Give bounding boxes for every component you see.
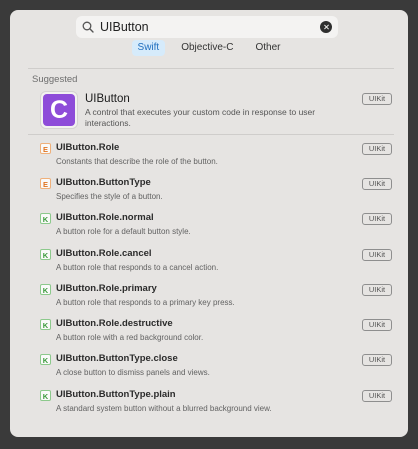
framework-tag: UIKit [362, 319, 392, 331]
search-input[interactable] [100, 18, 320, 36]
result-row[interactable]: K UIButton.Role.normal A button role for… [10, 210, 408, 245]
language-tabs: Swift Objective-C Other [10, 40, 408, 56]
framework-tag: UIKit [362, 178, 392, 190]
section-label-suggested: Suggested [32, 74, 78, 85]
constant-kind-icon: K [40, 284, 51, 295]
result-description: A button role for a default button style… [56, 227, 191, 236]
result-row[interactable]: E UIButton.ButtonType Specifies the styl… [10, 175, 408, 210]
result-description: A standard system button without a blurr… [56, 404, 272, 413]
tab-objective-c[interactable]: Objective-C [175, 40, 239, 56]
result-description: Constants that describe the role of the … [56, 157, 218, 166]
tab-swift[interactable]: Swift [131, 40, 166, 56]
tab-other[interactable]: Other [249, 40, 286, 56]
result-title: UIButton.ButtonType [56, 177, 151, 188]
framework-tag: UIKit [362, 284, 392, 296]
search-bar[interactable] [76, 16, 338, 38]
result-title: UIButton.Role.cancel [56, 248, 152, 259]
constant-kind-icon: K [40, 213, 51, 224]
framework-tag: UIKit [362, 354, 392, 366]
quick-help-search-panel: Swift Objective-C Other Suggested C UIBu… [10, 10, 408, 437]
divider [28, 68, 394, 69]
result-description: A button role that responds to a primary… [56, 298, 235, 307]
enum-kind-icon: E [40, 178, 51, 189]
framework-tag: UIKit [362, 213, 392, 225]
result-row[interactable]: K UIButton.Role.primary A button role th… [10, 281, 408, 316]
constant-kind-icon: K [40, 354, 51, 365]
result-description: A button role that responds to a cancel … [56, 263, 219, 272]
result-description: A button role with a red background colo… [56, 333, 204, 342]
result-description: Specifies the style of a button. [56, 192, 163, 201]
framework-tag: UIKit [362, 390, 392, 402]
result-title: UIButton.ButtonType.close [56, 353, 178, 364]
result-title: UIButton.Role.primary [56, 283, 157, 294]
featured-title: UIButton [85, 93, 130, 105]
result-description: A close button to dismiss panels and vie… [56, 368, 210, 377]
class-icon: C [40, 91, 78, 129]
framework-tag: UIKit [362, 93, 392, 105]
result-row[interactable]: E UIButton.Role Constants that describe … [10, 140, 408, 175]
search-icon [82, 21, 94, 33]
framework-tag: UIKit [362, 143, 392, 155]
constant-kind-icon: K [40, 390, 51, 401]
result-title: UIButton.Role.normal [56, 212, 154, 223]
result-title: UIButton.ButtonType.plain [56, 389, 176, 400]
result-row[interactable]: K UIButton.Role.destructive A button rol… [10, 316, 408, 351]
divider [28, 134, 394, 135]
class-badge: C [43, 94, 75, 126]
clear-search-icon[interactable] [320, 21, 332, 33]
constant-kind-icon: K [40, 249, 51, 260]
enum-kind-icon: E [40, 143, 51, 154]
result-title: UIButton.Role.destructive [56, 318, 173, 329]
result-row[interactable]: K UIButton.ButtonType.close A close butt… [10, 351, 408, 386]
constant-kind-icon: K [40, 319, 51, 330]
result-row[interactable]: K UIButton.ButtonType.plain A standard s… [10, 387, 408, 422]
framework-tag: UIKit [362, 249, 392, 261]
result-title: UIButton.Role [56, 142, 120, 153]
result-row[interactable]: K UIButton.Role.cancel A button role tha… [10, 246, 408, 281]
featured-description: A control that executes your custom code… [85, 107, 316, 128]
